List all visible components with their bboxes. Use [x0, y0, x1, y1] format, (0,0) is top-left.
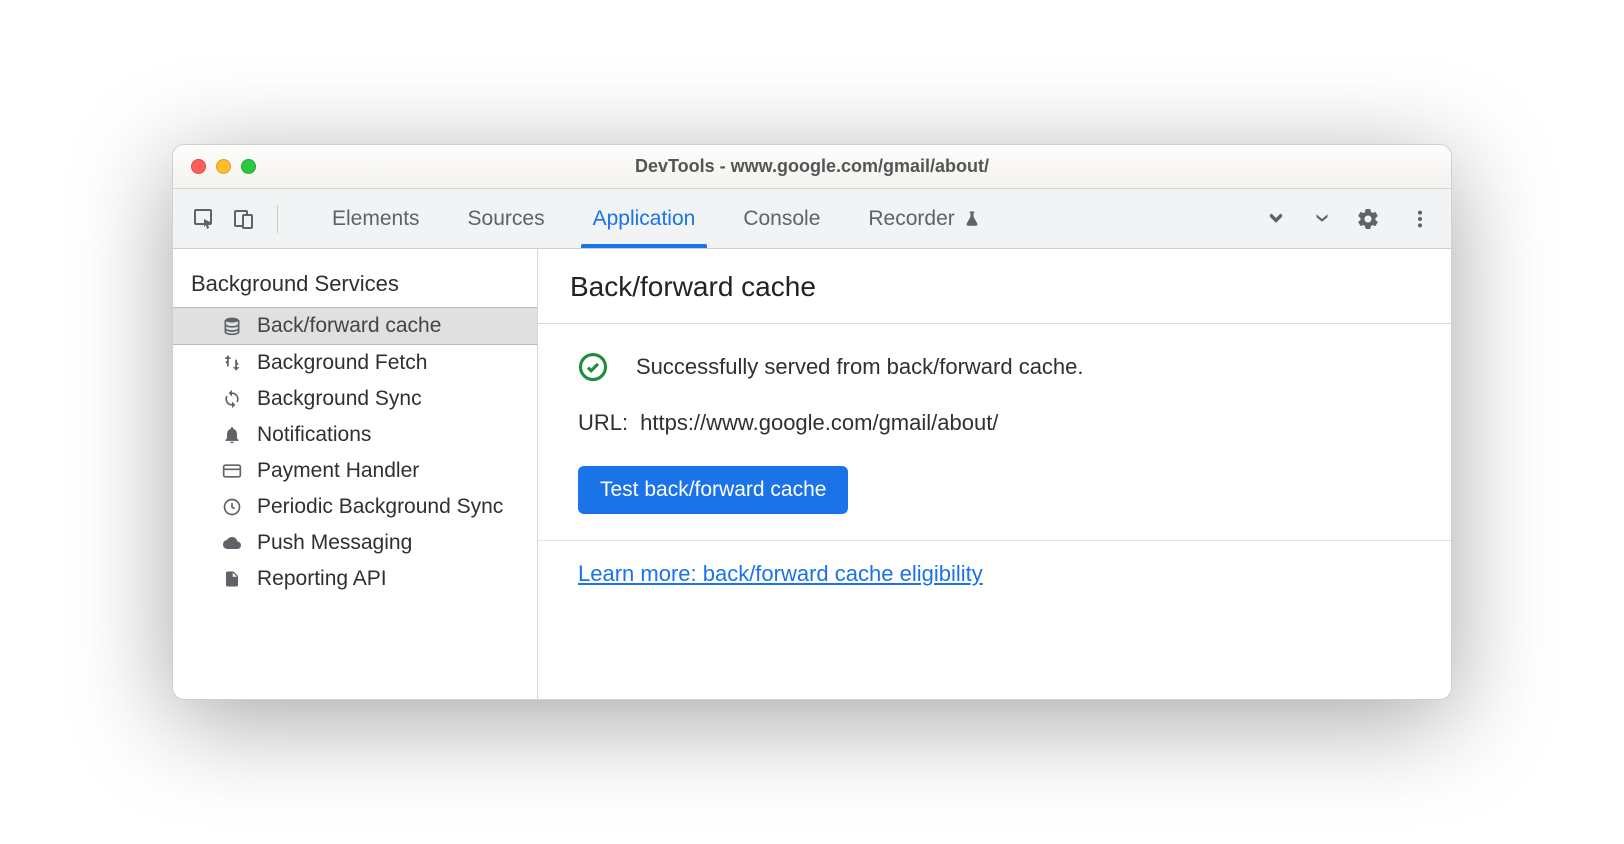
sidebar-item-background-sync[interactable]: Background Sync [173, 381, 537, 417]
sidebar-item-push-messaging[interactable]: Push Messaging [173, 525, 537, 561]
status-message: Successfully served from back/forward ca… [636, 354, 1084, 380]
sidebar-item-background-fetch[interactable]: Background Fetch [173, 345, 537, 381]
test-bfcache-button[interactable]: Test back/forward cache [578, 466, 848, 514]
tab-recorder[interactable]: Recorder [844, 189, 1004, 248]
sidebar-item-bfcache[interactable]: Back/forward cache [173, 307, 537, 345]
settings-gear-icon[interactable] [1351, 202, 1385, 236]
tab-label: Application [593, 207, 696, 231]
sidebar-item-notifications[interactable]: Notifications [173, 417, 537, 453]
panel-tabs: Elements Sources Application Console Rec… [308, 189, 1005, 248]
close-window-button[interactable] [191, 159, 206, 174]
clock-icon [221, 496, 243, 518]
learn-more-section: Learn more: back/forward cache eligibili… [538, 541, 1451, 607]
more-tabs-chevron-icon[interactable] [1311, 208, 1333, 230]
sidebar-item-label: Background Fetch [257, 351, 427, 375]
sidebar-item-label: Periodic Background Sync [257, 495, 503, 519]
main-panel: Back/forward cache Successfully served f… [538, 249, 1451, 699]
url-label: URL: [578, 410, 628, 436]
more-tabs-icon[interactable] [1259, 202, 1293, 236]
device-toggle-icon[interactable] [227, 202, 261, 236]
sidebar-item-label: Back/forward cache [257, 314, 441, 338]
transfer-icon [221, 352, 243, 374]
bell-icon [221, 424, 243, 446]
kebab-menu-icon[interactable] [1403, 202, 1437, 236]
learn-more-link[interactable]: Learn more: back/forward cache eligibili… [578, 561, 983, 586]
sidebar-item-label: Background Sync [257, 387, 422, 411]
tab-label: Console [743, 207, 820, 231]
flask-icon [963, 209, 981, 229]
tab-label: Sources [468, 207, 545, 231]
url-row: URL: https://www.google.com/gmail/about/ [578, 410, 1411, 436]
devtools-toolbar: Elements Sources Application Console Rec… [173, 189, 1451, 249]
tab-sources[interactable]: Sources [444, 189, 569, 248]
window-controls [173, 159, 256, 174]
check-circle-icon [578, 352, 608, 382]
sidebar-section-header: Background Services [173, 263, 537, 307]
minimize-window-button[interactable] [216, 159, 231, 174]
status-row: Successfully served from back/forward ca… [578, 352, 1411, 382]
sidebar-item-label: Reporting API [257, 567, 387, 591]
bfcache-status-section: Successfully served from back/forward ca… [538, 324, 1451, 541]
toolbar-separator [277, 205, 278, 233]
window-title: DevTools - www.google.com/gmail/about/ [173, 156, 1451, 177]
credit-card-icon [221, 460, 243, 482]
panel-heading: Back/forward cache [538, 249, 1451, 324]
sidebar-item-periodic-sync[interactable]: Periodic Background Sync [173, 489, 537, 525]
url-value: https://www.google.com/gmail/about/ [640, 410, 998, 436]
file-icon [221, 568, 243, 590]
sidebar-item-label: Notifications [257, 423, 371, 447]
tab-label: Recorder [868, 207, 954, 231]
button-label: Test back/forward cache [600, 478, 826, 501]
sidebar-item-payment-handler[interactable]: Payment Handler [173, 453, 537, 489]
tab-label: Elements [332, 207, 420, 231]
sidebar-item-label: Push Messaging [257, 531, 412, 555]
cloud-icon [221, 532, 243, 554]
tab-application[interactable]: Application [569, 189, 720, 248]
devtools-window: DevTools - www.google.com/gmail/about/ E… [172, 144, 1452, 700]
application-sidebar: Background Services Back/forward cache B… [173, 249, 538, 699]
inspect-element-icon[interactable] [187, 202, 221, 236]
sidebar-item-reporting-api[interactable]: Reporting API [173, 561, 537, 597]
tab-console[interactable]: Console [719, 189, 844, 248]
titlebar: DevTools - www.google.com/gmail/about/ [173, 145, 1451, 189]
zoom-window-button[interactable] [241, 159, 256, 174]
sidebar-item-label: Payment Handler [257, 459, 419, 483]
sync-icon [221, 388, 243, 410]
tab-elements[interactable]: Elements [308, 189, 444, 248]
panel-content: Background Services Back/forward cache B… [173, 249, 1451, 699]
database-icon [221, 315, 243, 337]
